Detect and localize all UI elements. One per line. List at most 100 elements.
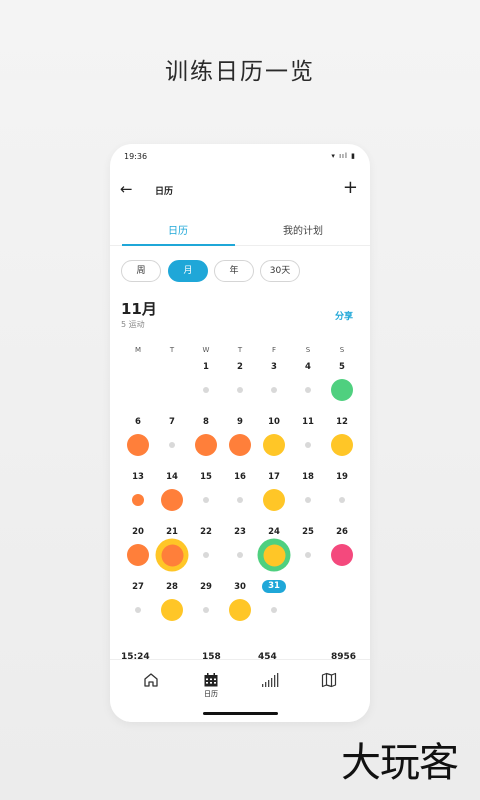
workout-marker-inner	[161, 544, 183, 566]
page-headline: 训练日历一览	[165, 59, 315, 85]
calendar-day[interactable]: 24	[257, 527, 291, 582]
day-number: 6	[135, 417, 141, 427]
no-workout-dot	[305, 552, 311, 558]
calendar-day[interactable]: 6	[121, 417, 155, 472]
calendar-day[interactable]: 4	[291, 362, 325, 417]
workout-marker	[161, 489, 183, 511]
calendar-day[interactable]: 3	[257, 362, 291, 417]
calendar-day[interactable]: 18	[291, 472, 325, 527]
add-icon[interactable]: +	[343, 177, 358, 198]
workout-marker-inner	[263, 544, 285, 566]
workout-marker	[263, 434, 285, 456]
calendar-day[interactable]: 13	[121, 472, 155, 527]
day-number: 30	[234, 582, 246, 592]
stats-icon	[262, 673, 279, 687]
day-number: 3	[271, 362, 277, 372]
calendar-day[interactable]: 27	[121, 582, 155, 637]
nav-map[interactable]	[309, 672, 349, 688]
tab-indicator	[122, 244, 235, 246]
home-icon	[144, 673, 158, 687]
status-icons: ▾ ııl ▮	[331, 152, 356, 160]
bottom-nav: 日历	[110, 659, 370, 722]
calendar-day[interactable]: 7	[155, 417, 189, 472]
day-number: 23	[234, 527, 246, 537]
weekday-header: M T W T F S S	[121, 346, 359, 358]
calendar-day[interactable]: 17	[257, 472, 291, 527]
calendar-day[interactable]: 9	[223, 417, 257, 472]
range-month-button[interactable]: 月	[168, 260, 208, 282]
no-workout-dot	[203, 607, 209, 613]
no-workout-dot	[135, 607, 141, 613]
calendar-day[interactable]: 11	[291, 417, 325, 472]
map-icon	[321, 672, 337, 688]
nav-stats[interactable]	[250, 672, 290, 688]
calendar-day[interactable]: 5	[325, 362, 359, 417]
day-number: 1	[203, 362, 209, 372]
weekday-label: T	[169, 346, 175, 354]
day-number: 24	[268, 527, 280, 537]
workout-marker	[127, 544, 149, 566]
tab-my-plan[interactable]: 我的计划	[247, 222, 359, 237]
tab-calendar[interactable]: 日历	[122, 222, 234, 237]
calendar-day[interactable]: 23	[223, 527, 257, 582]
no-workout-dot	[305, 497, 311, 503]
workout-marker	[195, 434, 217, 456]
calendar-day[interactable]: 31	[257, 580, 291, 637]
calendar-day[interactable]: 14	[155, 472, 189, 527]
workout-marker	[229, 434, 251, 456]
day-number: 15	[200, 472, 212, 482]
calendar-day[interactable]: 16	[223, 472, 257, 527]
no-workout-dot	[237, 497, 243, 503]
workout-marker	[263, 489, 285, 511]
no-workout-dot	[203, 552, 209, 558]
nav-home[interactable]	[131, 672, 171, 688]
range-year-button[interactable]: 年	[214, 260, 254, 282]
calendar-day[interactable]: 22	[189, 527, 223, 582]
calendar-day[interactable]: 20	[121, 527, 155, 582]
calendar-day[interactable]: 10	[257, 417, 291, 472]
calendar-day[interactable]: 25	[291, 527, 325, 582]
range-30days-button[interactable]: 30天	[260, 260, 300, 282]
day-number: 22	[200, 527, 212, 537]
no-workout-dot	[237, 552, 243, 558]
calendar-day[interactable]: 21	[155, 527, 189, 582]
calendar-day[interactable]: 26	[325, 527, 359, 582]
day-number: 19	[336, 472, 348, 482]
no-workout-dot	[271, 387, 277, 393]
home-indicator	[203, 712, 278, 715]
month-workout-count: 5 运动	[121, 320, 145, 329]
day-number: 13	[132, 472, 144, 482]
status-bar: 19:36 ▾ ııl ▮	[124, 152, 356, 164]
nav-calendar[interactable]: 日历	[191, 672, 231, 699]
no-workout-dot	[305, 442, 311, 448]
calendar-day[interactable]: 19	[325, 472, 359, 527]
range-selector: 周 月 年 30天	[121, 260, 370, 282]
workout-marker	[132, 494, 144, 506]
weekday-label: S	[305, 346, 311, 354]
calendar-day[interactable]: 1	[189, 362, 223, 417]
day-number: 17	[268, 472, 280, 482]
calendar-day[interactable]: 30	[223, 582, 257, 637]
no-workout-dot	[169, 442, 175, 448]
range-week-button[interactable]: 周	[121, 260, 161, 282]
top-bar: ← 日历 +	[110, 177, 370, 202]
calendar-day[interactable]: 8	[189, 417, 223, 472]
day-number: 26	[336, 527, 348, 537]
share-button[interactable]: 分享	[335, 309, 353, 322]
day-number: 16	[234, 472, 246, 482]
calendar-day[interactable]: 12	[325, 417, 359, 472]
weekday-label: T	[237, 346, 243, 354]
day-number: 12	[336, 417, 348, 427]
day-number: 18	[302, 472, 314, 482]
calendar-day[interactable]: 15	[189, 472, 223, 527]
calendar-day[interactable]: 2	[223, 362, 257, 417]
calendar-day[interactable]: 28	[155, 582, 189, 637]
back-arrow-icon[interactable]: ←	[120, 180, 133, 198]
workout-marker	[161, 599, 183, 621]
calendar-day[interactable]: 29	[189, 582, 223, 637]
day-number: 8	[203, 417, 209, 427]
day-number: 11	[302, 417, 314, 427]
nav-calendar-label: 日历	[204, 690, 218, 698]
page-title: 日历	[155, 187, 174, 197]
month-title: 11月	[121, 300, 157, 318]
